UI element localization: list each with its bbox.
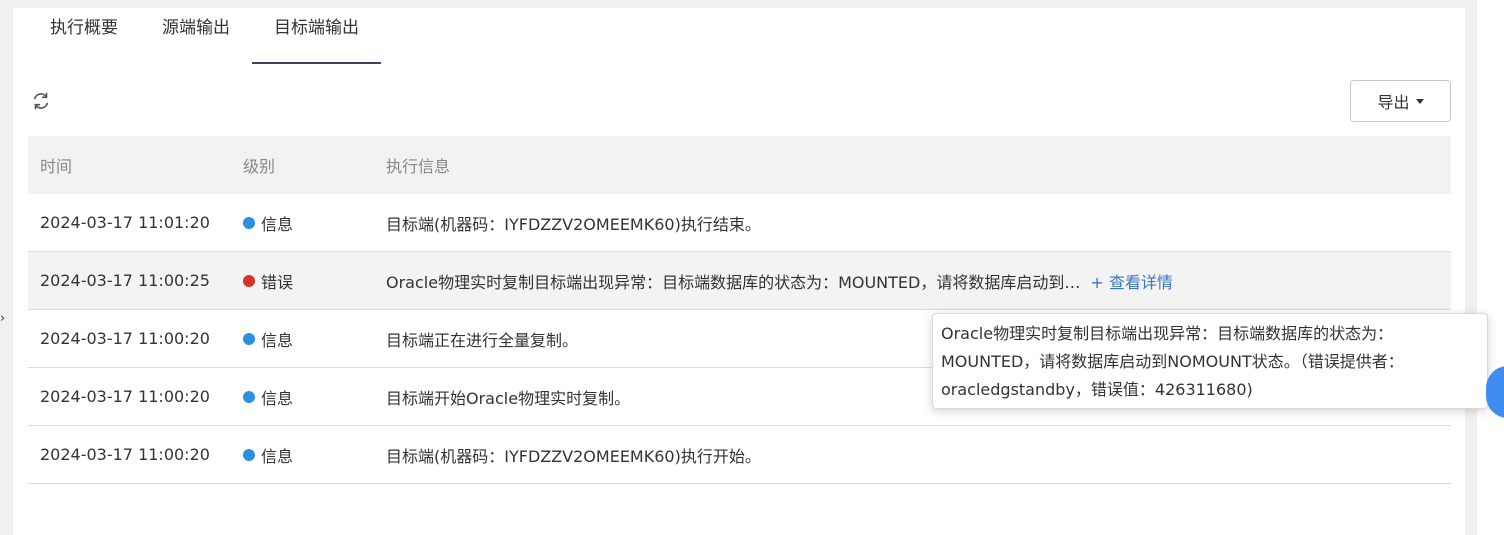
row-level: 信息 [241,385,384,409]
row-message: 目标端(机器码：IYFDZZV2OMEEMK60)执行开始。 [384,443,1451,467]
info-dot-icon [243,390,255,403]
export-label: 导出 [1377,93,1410,112]
caret-down-icon [1415,98,1424,104]
tab-execution-summary[interactable]: 执行概要 [28,10,140,64]
row-message: Oracle物理实时复制目标端出现异常：目标端数据库的状态为：MOUNTED，请… [384,269,1451,293]
table-row: 2024-03-17 11:01:20 信息 目标端(机器码：IYFDZZV2O… [28,194,1451,252]
view-details-link[interactable]: + 查看详情 [1090,269,1173,293]
row-level: 信息 [241,327,384,351]
header-level: 级别 [243,157,276,176]
message-text: 目标端(机器码：IYFDZZV2OMEEMK60)执行结束。 [386,214,761,234]
row-time: 2024-03-17 11:00:25 [40,271,210,290]
tab-source-output[interactable]: 源端输出 [140,10,252,64]
message-text: 目标端(机器码：IYFDZZV2OMEEMK60)执行开始。 [386,446,761,466]
error-detail-tooltip: Oracle物理实时复制目标端出现异常：目标端数据库的状态为：MOUNTED，请… [932,313,1488,409]
info-dot-icon [243,448,255,461]
level-label: 信息 [261,214,294,234]
row-level: 信息 [241,211,384,235]
export-button[interactable]: 导出 [1350,80,1451,122]
level-label: 信息 [261,330,294,350]
row-level: 信息 [241,443,384,467]
message-text: Oracle物理实时复制目标端出现异常：目标端数据库的状态为：MOUNTED，请… [386,272,1081,292]
tab-bar: 执行概要 源端输出 目标端输出 [28,10,381,64]
table-row: 2024-03-17 11:00:20 信息 目标端(机器码：IYFDZZV2O… [28,426,1451,484]
info-dot-icon [243,216,255,229]
refresh-icon[interactable] [30,90,52,112]
error-dot-icon [243,274,255,287]
tab-target-output[interactable]: 目标端输出 [252,10,381,64]
row-level: 错误 [241,269,384,293]
info-dot-icon [243,332,255,345]
header-time: 时间 [40,157,73,176]
row-message: 目标端(机器码：IYFDZZV2OMEEMK60)执行结束。 [384,211,1451,235]
level-label: 错误 [261,272,294,292]
left-caret-icon: › [0,311,6,326]
log-table: 时间 级别 执行信息 2024-03-17 11:01:20 信息 目标端(机器… [28,136,1451,484]
header-message: 执行信息 [386,157,451,176]
row-time: 2024-03-17 11:00:20 [40,329,210,348]
message-text: 目标端开始Oracle物理实时复制。 [386,388,631,408]
message-text: 目标端正在进行全量复制。 [386,330,579,350]
right-gutter [1477,0,1504,535]
row-time: 2024-03-17 11:01:20 [40,213,210,232]
level-label: 信息 [261,446,294,466]
table-row: 2024-03-17 11:00:25 错误 Oracle物理实时复制目标端出现… [28,252,1451,310]
row-time: 2024-03-17 11:00:20 [40,387,210,406]
table-header: 时间 级别 执行信息 [28,136,1451,194]
level-label: 信息 [261,388,294,408]
row-time: 2024-03-17 11:00:20 [40,445,210,464]
